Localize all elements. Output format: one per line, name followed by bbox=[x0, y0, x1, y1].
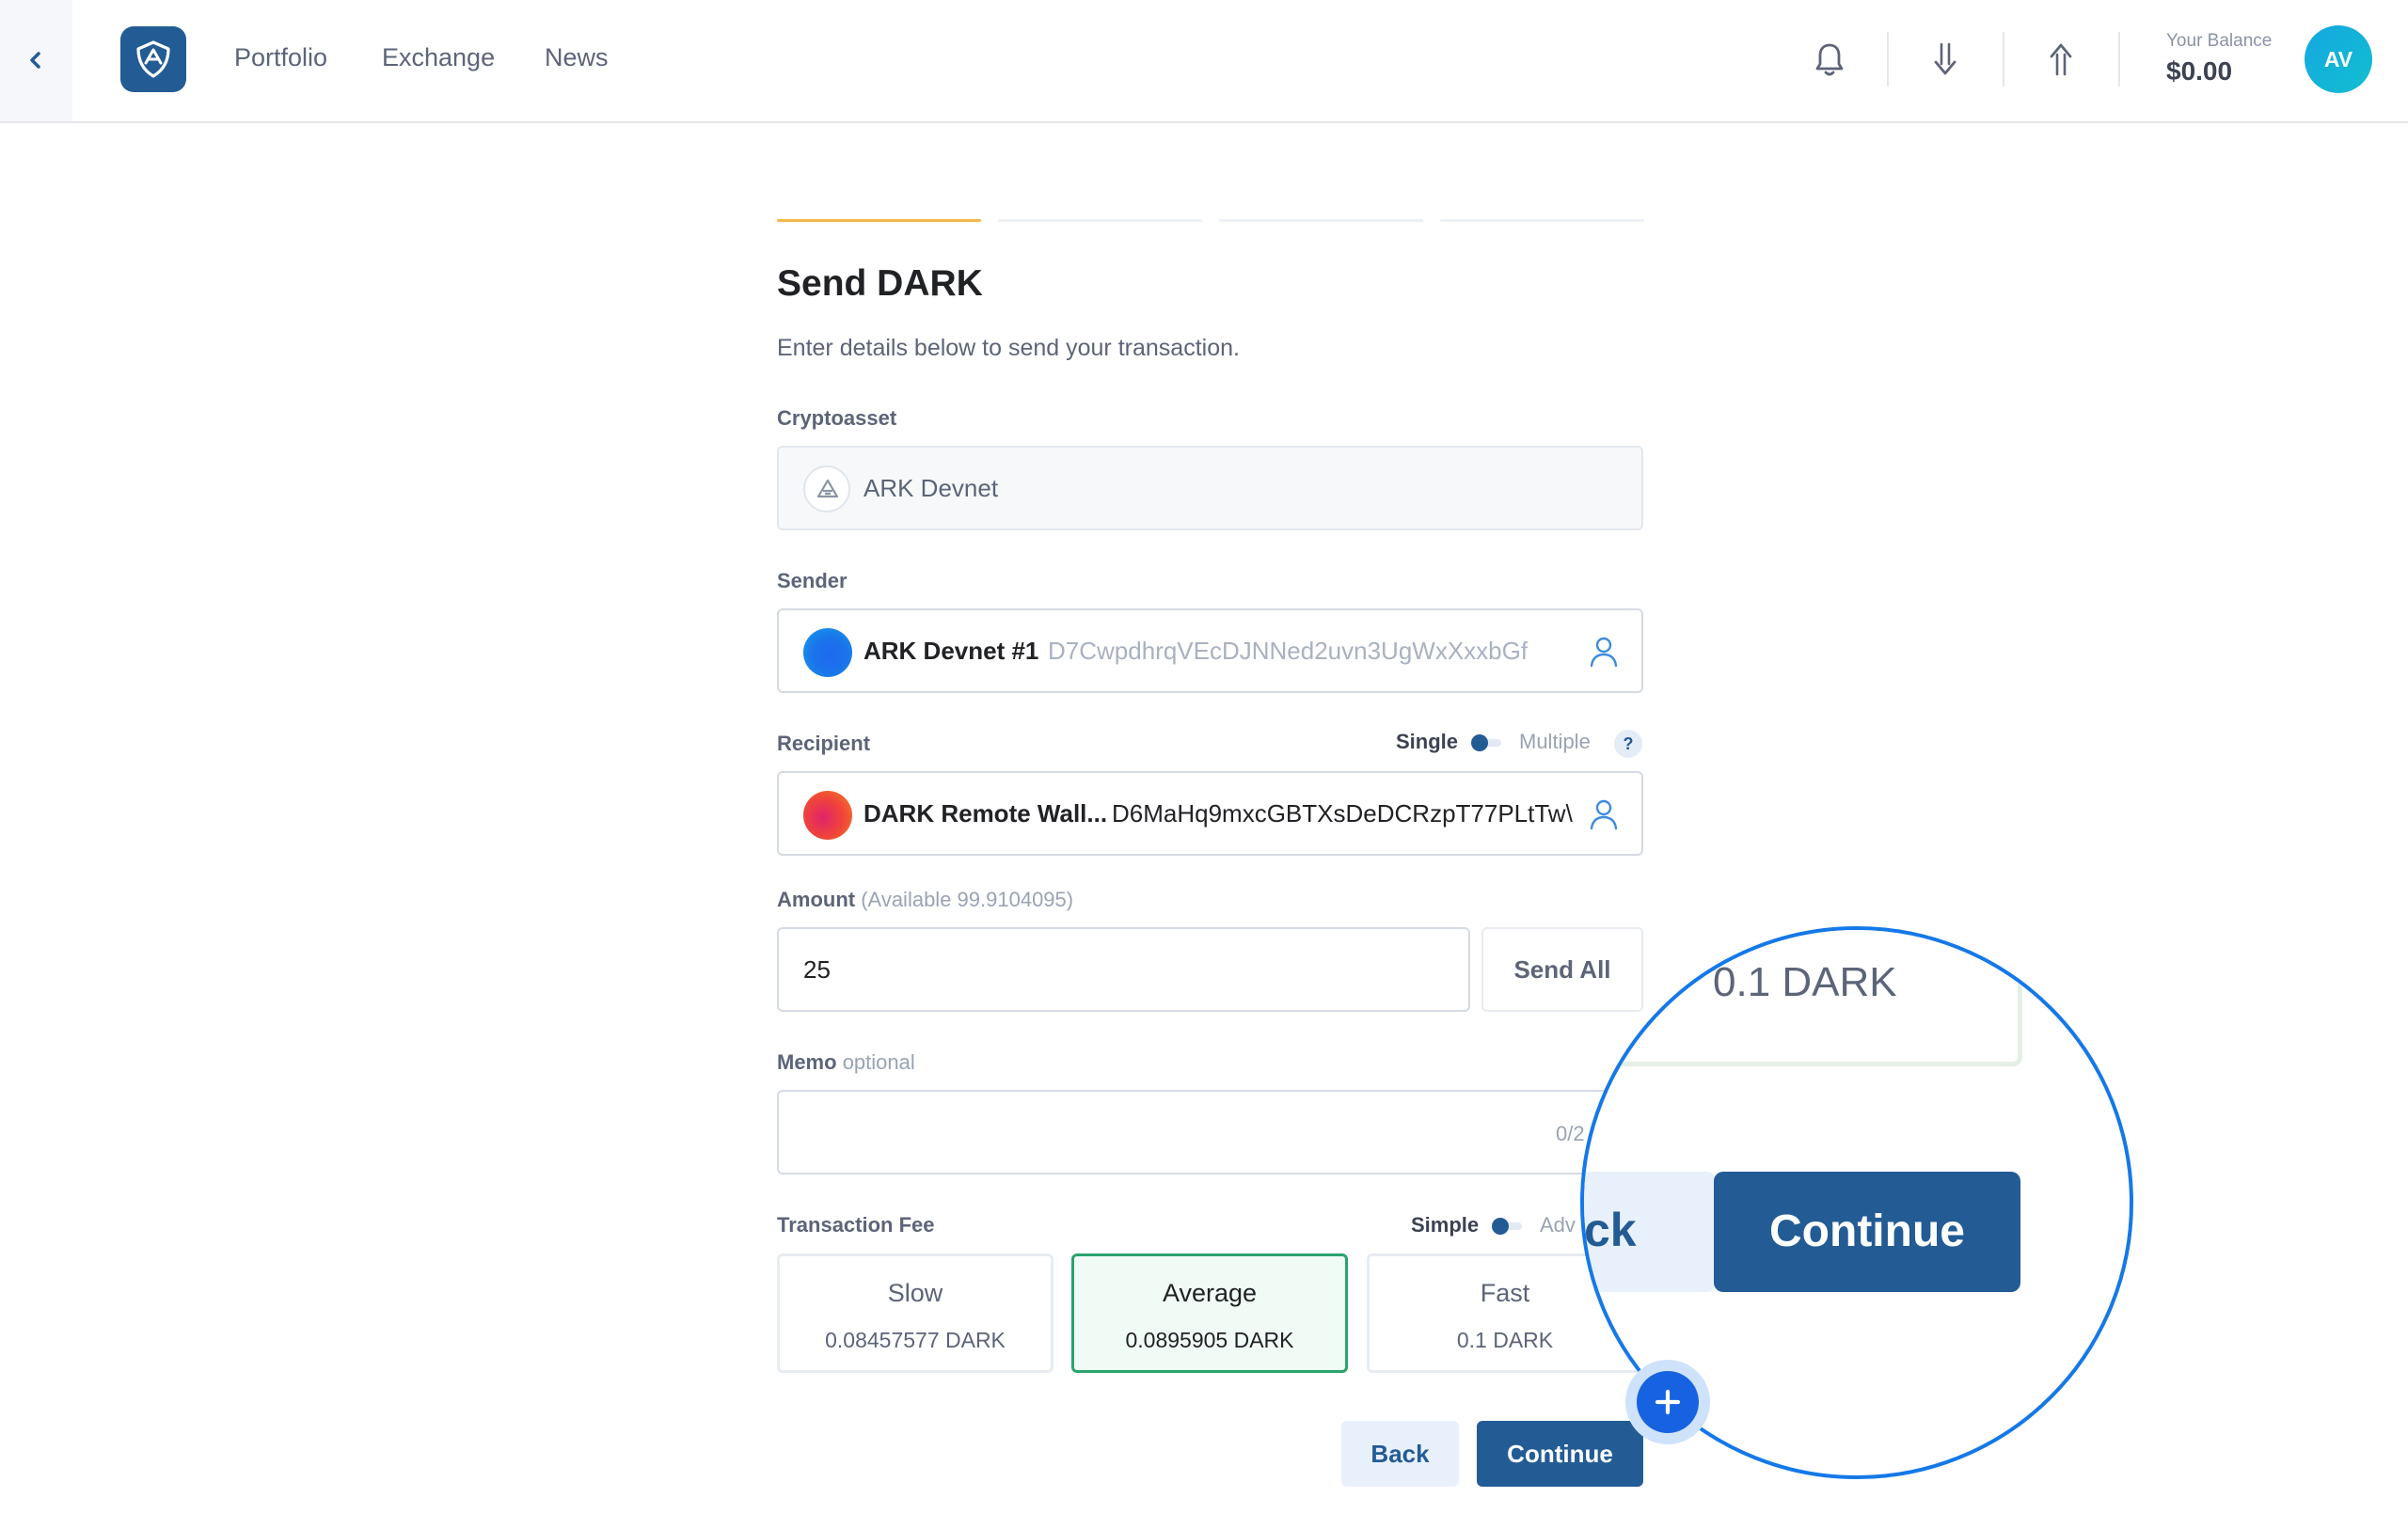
chevron-left-icon bbox=[30, 52, 40, 69]
toggle-knob bbox=[1492, 1218, 1509, 1235]
balance-value: $0.00 bbox=[2166, 56, 2233, 86]
send-arrow-icon[interactable] bbox=[2044, 41, 2078, 77]
step-indicator-4 bbox=[1440, 219, 1644, 222]
select-contact-icon[interactable] bbox=[1588, 635, 1620, 669]
nav-portfolio[interactable]: Portfolio bbox=[234, 43, 327, 72]
recipient-mode-toggle[interactable] bbox=[1471, 734, 1501, 751]
select-contact-icon[interactable] bbox=[1588, 797, 1620, 831]
amount-value: 25 bbox=[803, 955, 831, 984]
zoom-toggle-inner bbox=[1637, 1371, 1699, 1433]
plus-icon bbox=[1655, 1389, 1681, 1415]
recipient-avatar bbox=[803, 791, 852, 840]
memo-optional: optional bbox=[842, 1050, 915, 1074]
recipient-label: Recipient bbox=[777, 732, 871, 755]
ark-logo-icon bbox=[803, 465, 850, 512]
sender-field[interactable]: ARK Devnet #1 D7CwpdhrqVEcDJNNed2uvn3UgW… bbox=[777, 608, 1643, 693]
amount-label: Amount (Available 99.9104095) bbox=[777, 888, 1073, 912]
receive-arrow-icon[interactable] bbox=[1928, 41, 1962, 77]
amount-input[interactable]: 25 bbox=[777, 927, 1470, 1012]
zoom-toggle-button[interactable] bbox=[1625, 1360, 1710, 1444]
fee-option-name: Slow bbox=[887, 1279, 943, 1307]
recipient-field[interactable]: DARK Remote Wall... D6MaHq9mxcGBTXsDeDCR… bbox=[777, 771, 1643, 856]
step-indicator-1 bbox=[777, 219, 981, 222]
app-logo[interactable] bbox=[120, 26, 186, 92]
cryptoasset-field: ARK Devnet bbox=[777, 446, 1643, 530]
sender-avatar bbox=[803, 628, 852, 677]
step-indicator-2 bbox=[998, 219, 1202, 222]
fee-option-value: 0.08457577 DARK bbox=[825, 1328, 1006, 1352]
shield-logo-icon bbox=[136, 40, 170, 78]
back-button[interactable]: Back bbox=[1341, 1421, 1459, 1487]
recipient-address: D6MaHq9mxcGBTXsDeDCRzpT77PLtTw\ bbox=[1112, 799, 1573, 828]
recipient-multiple-label[interactable]: Multiple bbox=[1519, 730, 1591, 754]
magnified-fee-card: 0.1 DARK bbox=[1610, 930, 2022, 1066]
cryptoasset-value: ARK Devnet bbox=[863, 474, 999, 502]
sender-label: Sender bbox=[777, 569, 848, 592]
fee-label: Transaction Fee bbox=[777, 1213, 935, 1237]
fee-option-name: Average bbox=[1162, 1279, 1258, 1307]
balance-label: Your Balance bbox=[2166, 31, 2273, 51]
back-nav-button[interactable] bbox=[0, 0, 72, 121]
nav-exchange[interactable]: Exchange bbox=[382, 43, 495, 72]
magnified-fee-value: 0.1 DARK bbox=[1713, 959, 1897, 1005]
memo-char-count: 0/2 bbox=[1556, 1122, 1585, 1145]
fee-option-value: 0.1 DARK bbox=[1456, 1328, 1554, 1352]
amount-available: (Available 99.9104095) bbox=[861, 888, 1074, 911]
recipient-single-label[interactable]: Single bbox=[1396, 730, 1458, 754]
memo-input[interactable] bbox=[777, 1090, 1643, 1174]
user-avatar[interactable]: AV bbox=[2305, 25, 2372, 93]
fee-option-average[interactable]: Average 0.0895905 DARK bbox=[1071, 1253, 1348, 1373]
fee-option-value: 0.0895905 DARK bbox=[1125, 1328, 1294, 1352]
step-indicator-3 bbox=[1219, 219, 1423, 222]
fee-advanced-label[interactable]: Adv bbox=[1540, 1213, 1576, 1237]
sender-name: ARK Devnet #1 bbox=[863, 637, 1039, 665]
cryptoasset-label: Cryptoasset bbox=[777, 406, 897, 430]
nav-news[interactable]: News bbox=[545, 43, 609, 72]
fee-option-slow[interactable]: Slow 0.08457577 DARK bbox=[777, 1253, 1054, 1373]
header-divider bbox=[2003, 32, 2004, 87]
memo-label-text: Memo bbox=[777, 1050, 837, 1074]
magnified-back-text: ck bbox=[1584, 1204, 1637, 1256]
help-icon[interactable]: ? bbox=[1614, 730, 1642, 758]
page-title: Send DARK bbox=[777, 263, 983, 304]
toggle-knob bbox=[1471, 734, 1488, 751]
recipient-name: DARK Remote Wall... bbox=[863, 799, 1108, 828]
magnified-continue-button: Continue bbox=[1714, 1172, 2020, 1292]
page-subtitle: Enter details below to send your transac… bbox=[777, 335, 1240, 361]
memo-label: Memo optional bbox=[777, 1050, 915, 1075]
notification-bell-icon[interactable] bbox=[1813, 41, 1846, 77]
top-header: Portfolio Exchange News Your Balance $0.… bbox=[0, 0, 2408, 123]
continue-button[interactable]: Continue bbox=[1477, 1421, 1643, 1487]
fee-simple-label[interactable]: Simple bbox=[1411, 1213, 1479, 1237]
sender-address: D7CwpdhrqVEcDJNNed2uvn3UgWxXxxbGf bbox=[1048, 637, 1529, 665]
header-divider bbox=[2118, 32, 2120, 87]
amount-label-text: Amount bbox=[777, 888, 856, 911]
header-divider bbox=[1887, 32, 1889, 87]
fee-mode-toggle[interactable] bbox=[1492, 1218, 1522, 1235]
